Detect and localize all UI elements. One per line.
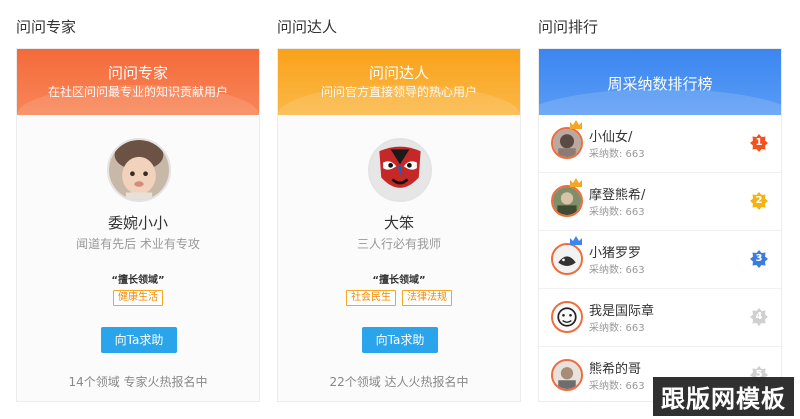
crown-icon [570, 120, 582, 129]
rank-number: 1 [755, 137, 763, 148]
list-item[interactable]: 小仙女/ 采纳数: 663 1 [539, 115, 781, 173]
ranking-list: 小仙女/ 采纳数: 663 1 摩登熊希/ 采纳数: 663 2 小猪罗罗 采纳… [539, 115, 781, 401]
tag[interactable]: 社会民生 [346, 290, 396, 306]
crown-icon [570, 178, 582, 187]
avatar[interactable] [551, 185, 583, 217]
rank-badge-icon: 4 [749, 307, 769, 327]
tag[interactable]: 法律法规 [402, 290, 452, 306]
avatar[interactable] [551, 127, 583, 159]
avatar[interactable] [551, 359, 583, 391]
rank-badge-icon: 1 [749, 133, 769, 153]
rank-name[interactable]: 摩登熊希/ [589, 184, 645, 203]
banner-subtitle: 在社区问问最专业的知识贡献用户 [47, 85, 228, 99]
rank-number: 3 [755, 253, 763, 264]
rank-badge-icon: 3 [749, 249, 769, 269]
rank-name[interactable]: 小猪罗罗 [589, 242, 641, 261]
banner-title: 周采纳数排行榜 [607, 75, 713, 93]
list-item[interactable]: 我是国际章 采纳数: 663 4 [539, 289, 781, 347]
rank-number: 4 [755, 311, 763, 322]
crown-icon [570, 236, 582, 245]
ask-help-button[interactable]: 向Ta求助 [362, 327, 438, 353]
expert-card: 问问专家 在社区问问最专业的知识贡献用户 委婉小小 闻道有先后 术业有专攻 “擅… [16, 48, 260, 402]
rank-count: 采纳数: 663 [589, 149, 645, 160]
list-item[interactable]: 摩登熊希/ 采纳数: 663 2 [539, 173, 781, 231]
rank-count: 采纳数: 663 [589, 323, 645, 334]
banner-title: 问问达人 [368, 64, 429, 82]
avatar[interactable] [107, 138, 171, 202]
expert-banner: 问问专家 在社区问问最专业的知识贡献用户 [17, 49, 259, 115]
field-label: “擅长领域” [372, 275, 426, 286]
field-label: “擅长领域” [111, 275, 165, 286]
rank-count: 采纳数: 663 [589, 207, 645, 218]
banner-title: 问问专家 [107, 64, 168, 82]
ranking-card: 周采纳数排行榜 小仙女/ 采纳数: 663 1 摩登熊希/ 采纳数: 663 2… [538, 48, 782, 402]
ask-help-button[interactable]: 向Ta求助 [101, 327, 177, 353]
section-title: 问问排行 [538, 18, 599, 36]
talent-card: 问问达人 问问官方直接领导的热心用户 大笨 三人行必有我师 “擅长领域” 社会民… [277, 48, 521, 402]
rank-number: 2 [755, 195, 763, 206]
avatar[interactable] [551, 301, 583, 333]
section-title: 问问专家 [16, 18, 77, 36]
ranking-section: 问问排行 周采纳数排行榜 小仙女/ 采纳数: 663 1 摩登熊希/ 采纳数: … [538, 0, 782, 419]
footer-text: 22个领域 达人火热报名中 [329, 375, 469, 389]
rank-name[interactable]: 熊希的哥 [589, 358, 641, 377]
expert-motto: 闻道有先后 术业有专攻 [76, 237, 200, 251]
rank-name[interactable]: 我是国际章 [589, 300, 654, 319]
banner-subtitle: 问问官方直接领导的热心用户 [320, 85, 477, 99]
avatar[interactable] [368, 138, 432, 202]
rank-count: 采纳数: 663 [589, 265, 645, 276]
watermark-logo: 跟版网模板 [653, 377, 794, 416]
expert-name[interactable]: 委婉小小 [17, 212, 259, 233]
rank-count: 采纳数: 663 [589, 381, 645, 392]
experts-section: 问问专家 问问专家 在社区问问最专业的知识贡献用户 委婉小小 闻道有先后 术业有… [16, 0, 260, 419]
tag[interactable]: 健康生活 [113, 290, 163, 306]
section-title: 问问达人 [277, 18, 338, 36]
ranking-banner: 周采纳数排行榜 [539, 49, 781, 115]
avatar[interactable] [551, 243, 583, 275]
talents-section: 问问达人 问问达人 问问官方直接领导的热心用户 大笨 三人行必有我师 “擅长领域… [277, 0, 521, 419]
tag-list: 健康生活 [17, 290, 259, 306]
talent-banner: 问问达人 问问官方直接领导的热心用户 [278, 49, 520, 115]
talent-motto: 三人行必有我师 [356, 237, 441, 251]
tag-list: 社会民生 法律法规 [278, 290, 520, 306]
rank-name[interactable]: 小仙女/ [589, 126, 632, 145]
footer-text: 14个领域 专家火热报名中 [68, 375, 208, 389]
list-item[interactable]: 小猪罗罗 采纳数: 663 3 [539, 231, 781, 289]
rank-badge-icon: 2 [749, 191, 769, 211]
talent-name[interactable]: 大笨 [278, 212, 520, 233]
